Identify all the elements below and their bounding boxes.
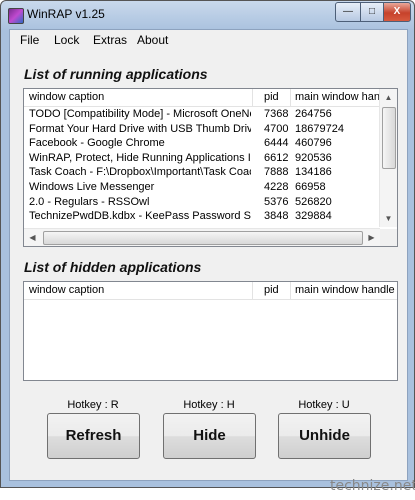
column-window-caption[interactable]: window caption [29, 284, 249, 296]
scroll-right-arrow-icon[interactable]: ▶ [363, 229, 380, 246]
cell-pid: 4700 [264, 122, 289, 135]
cell-pid: 6444 [264, 137, 289, 150]
cell-window-caption: Task Coach - F:\Dropbox\Important\Task C… [29, 166, 251, 179]
cell-main-window-handle: 66958 [295, 181, 326, 193]
app-window: WinRAP v1.25 — □ X File Lock Extras Abou… [0, 0, 415, 488]
table-row[interactable]: Format Your Hard Drive with USB Thumb Dr… [24, 123, 379, 136]
column-pid[interactable]: pid [264, 284, 292, 296]
cell-main-window-handle: 134186 [295, 166, 332, 179]
column-main-window-handle[interactable]: main window handle [295, 91, 381, 103]
watermark-text: technize.net [330, 478, 415, 494]
cell-window-caption: WinRAP, Protect, Hide Running Applicatio… [29, 151, 251, 164]
running-vertical-scrollbar[interactable]: ▲ ▼ [379, 89, 397, 227]
menu-bar: File Lock Extras About [10, 30, 407, 50]
cell-window-caption: Format Your Hard Drive with USB Thumb Dr… [29, 122, 251, 135]
scroll-up-arrow-icon[interactable]: ▲ [380, 89, 397, 106]
menu-file[interactable]: File [20, 33, 39, 47]
cell-window-caption: Windows Live Messenger [29, 181, 155, 193]
menu-about[interactable]: About [137, 33, 168, 47]
running-apps-list[interactable]: window caption pid main window handle TO… [23, 88, 398, 247]
menu-extras[interactable]: Extras [93, 33, 127, 47]
maximize-button[interactable]: □ [360, 2, 384, 22]
hide-button[interactable]: Hide [163, 413, 256, 459]
cell-pid: 7368 [264, 108, 289, 120]
table-row[interactable]: Task Coach - F:\Dropbox\Important\Task C… [24, 166, 379, 179]
hidden-list-header: window caption pid main window handle [24, 282, 397, 300]
close-button[interactable]: X [383, 2, 411, 22]
minimize-button[interactable]: — [335, 2, 361, 22]
cell-pid: 3848 [264, 210, 289, 223]
cell-main-window-handle: 18679724 [295, 122, 344, 135]
running-list-title: List of running applications [24, 66, 208, 82]
scrollbar-corner [380, 229, 397, 246]
cell-main-window-handle: 460796 [295, 137, 332, 150]
cell-main-window-handle: 526820 [295, 195, 332, 208]
cell-pid: 5376 [264, 195, 289, 208]
cell-pid: 6612 [264, 151, 289, 164]
hidden-list-title: List of hidden applications [24, 259, 202, 275]
cell-main-window-handle: 920536 [295, 151, 332, 164]
scroll-down-arrow-icon[interactable]: ▼ [380, 210, 397, 227]
hotkey-unhide-label: Hotkey : U [298, 399, 350, 411]
running-horizontal-scrollbar[interactable]: ◀ ▶ [24, 228, 380, 246]
table-row[interactable]: 2.0 - Regulars - RSSOwl 5376 526820 [24, 196, 379, 209]
app-icon [8, 8, 24, 24]
cell-window-caption: TechnizePwdDB.kdbx - KeePass Password Sa… [29, 210, 251, 223]
table-row[interactable]: TechnizePwdDB.kdbx - KeePass Password Sa… [24, 210, 379, 223]
column-main-window-handle[interactable]: main window handle [295, 284, 395, 296]
title-bar[interactable]: WinRAP v1.25 — □ X [1, 1, 414, 29]
hidden-apps-list[interactable]: window caption pid main window handle [23, 281, 398, 381]
cell-main-window-handle: 329884 [295, 210, 332, 223]
refresh-button[interactable]: Refresh [47, 413, 140, 459]
unhide-button[interactable]: Unhide [278, 413, 371, 459]
menu-lock[interactable]: Lock [54, 33, 79, 47]
running-horizontal-scroll-thumb[interactable] [43, 231, 363, 245]
column-pid[interactable]: pid [264, 91, 292, 103]
cell-main-window-handle: 264756 [295, 108, 332, 120]
scroll-left-arrow-icon[interactable]: ◀ [24, 229, 41, 246]
hotkey-hide-label: Hotkey : H [183, 399, 235, 411]
column-window-caption[interactable]: window caption [29, 91, 249, 103]
cell-pid: 4228 [264, 181, 289, 193]
running-vertical-scroll-thumb[interactable] [382, 107, 396, 169]
table-row[interactable]: Facebook - Google Chrome 6444 460796 [24, 137, 379, 150]
table-row[interactable]: TODO [Compatibility Mode] - Microsoft On… [24, 108, 379, 121]
cell-window-caption: TODO [Compatibility Mode] - Microsoft On… [29, 108, 251, 120]
client-area: File Lock Extras About List of running a… [9, 29, 408, 481]
cell-window-caption: 2.0 - Regulars - RSSOwl [29, 195, 150, 208]
running-list-header: window caption pid main window handle [24, 89, 397, 107]
window-title: WinRAP v1.25 [27, 7, 105, 21]
cell-window-caption: Facebook - Google Chrome [29, 137, 165, 150]
table-row[interactable]: WinRAP, Protect, Hide Running Applicatio… [24, 152, 379, 165]
hotkey-refresh-label: Hotkey : R [67, 399, 119, 411]
cell-pid: 7888 [264, 166, 289, 179]
table-row[interactable]: Windows Live Messenger 4228 66958 [24, 181, 379, 194]
